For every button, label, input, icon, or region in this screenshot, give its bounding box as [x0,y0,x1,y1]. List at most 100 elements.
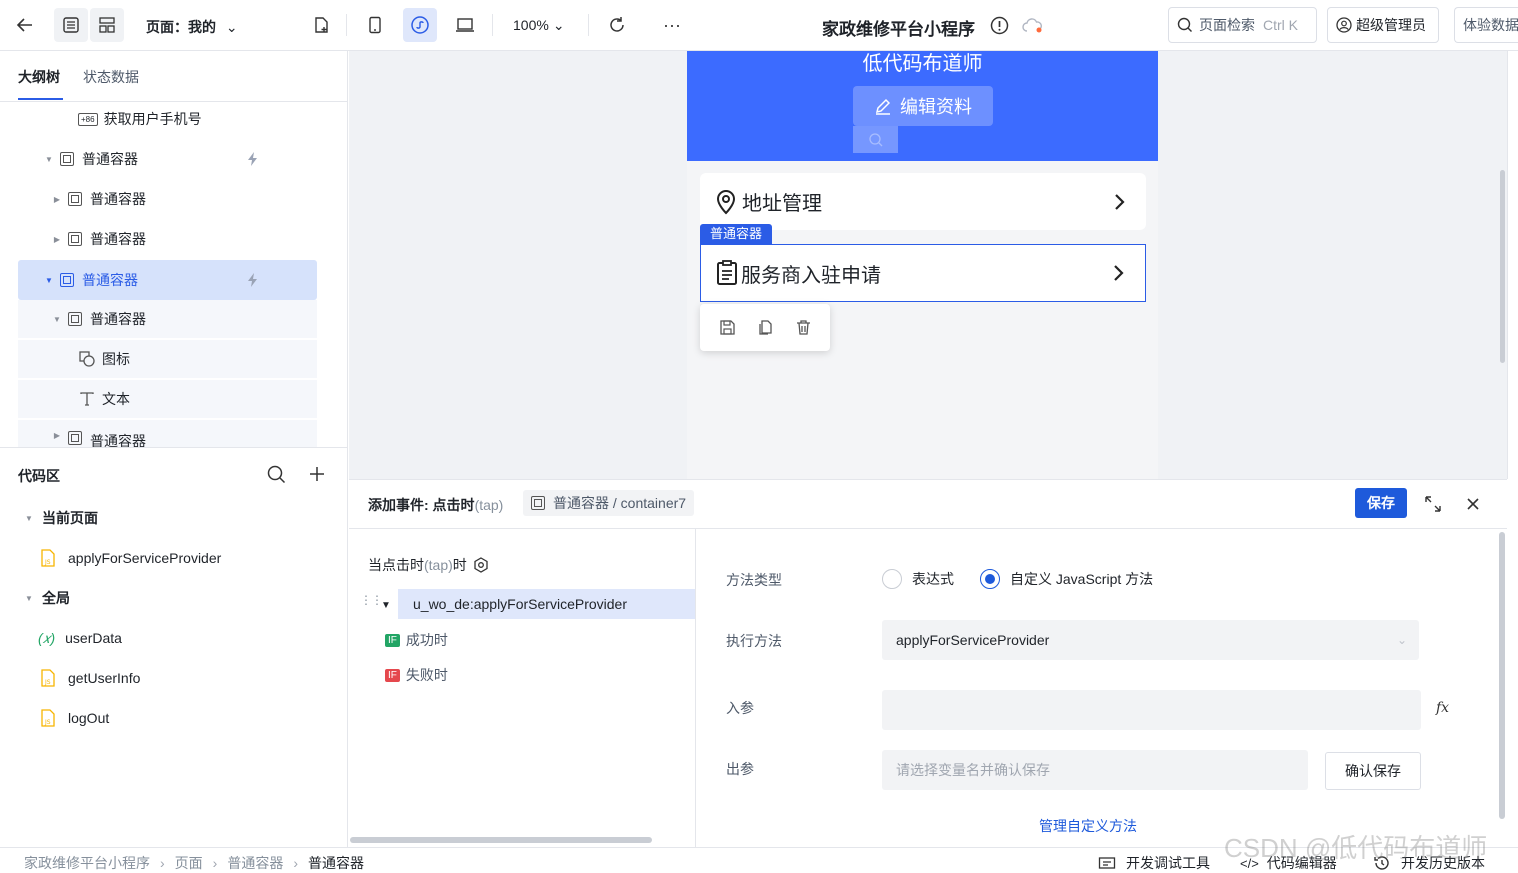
confirm-save-button[interactable]: 确认保存 [1325,752,1421,790]
settings-icon[interactable] [473,557,489,573]
breadcrumb-item[interactable]: 家政维修平台小程序 [24,853,150,873]
on-success-label: 成功时 [405,632,448,648]
info-icon[interactable] [990,16,1009,35]
radio-custom-js[interactable]: 自定义 JavaScript 方法 [980,569,1153,589]
menu-card-address[interactable]: 地址管理 [700,173,1146,230]
code-icon: </> [1240,855,1259,871]
radio-expression[interactable]: 表达式 [882,569,954,589]
tree-node-text[interactable]: 文本 [18,380,317,418]
back-arrow-icon[interactable] [8,8,42,42]
layout-icon[interactable] [90,8,124,42]
container-icon [68,312,82,326]
breadcrumb-item[interactable]: 普通容器 [227,853,283,873]
radio-unchecked-icon [882,569,902,589]
tree-node-container[interactable]: ▼ 普通容器 [18,300,317,338]
page-selector[interactable]: 页面：我的 ⌄ [146,17,238,37]
global-group[interactable]: ▼ 全局 [0,578,347,618]
page-list-icon[interactable] [54,8,88,42]
caret-right-icon[interactable]: ▶ [52,235,62,244]
app-title: 家政维修平台小程序 [822,20,975,39]
on-fail-branch[interactable]: IF 失败时 [385,665,448,685]
code-item-applyForServiceProvider[interactable]: JS applyForServiceProvider [0,538,347,578]
event-bolt-icon[interactable] [245,272,261,288]
caret-down-icon[interactable]: ▼ [44,155,54,164]
tree-node-label: 获取用户手机号 [103,111,202,127]
code-editor-button[interactable]: </> 代码编辑器 [1240,853,1337,873]
copy-icon[interactable] [757,319,774,336]
phone-number-icon: +86 [78,112,98,126]
page-search-input[interactable]: 页面检索 Ctrl K [1168,7,1317,43]
zoom-select[interactable]: 100% ⌄ [513,17,565,34]
tree-node-container-selected[interactable]: ▼ 普通容器 [18,260,317,300]
expand-icon[interactable] [1424,495,1442,513]
caret-down-icon[interactable]: ▼ [52,315,62,324]
caret-down-icon[interactable]: ▼ [381,600,391,611]
breadcrumb-item-current[interactable]: 普通容器 [308,853,364,873]
delete-icon[interactable] [795,319,812,336]
caret-right-icon[interactable]: ▶ [52,431,62,440]
mobile-view-icon[interactable] [358,8,392,42]
radio-expression-label: 表达式 [912,571,954,587]
menu-card-service-provider[interactable]: 服务商入驻申请 [700,244,1146,302]
tree-node-container[interactable]: ▶ 普通容器 [18,220,317,258]
trigger-label: 当点击时 [368,557,424,573]
output-variable-input[interactable]: 请选择变量名并确认保存 [882,750,1308,790]
on-success-branch[interactable]: IF 成功时 [385,630,448,650]
tab-outline[interactable]: 大纲树 [18,67,60,87]
trial-data-button[interactable]: 体验数据 [1454,7,1518,43]
devtools-button[interactable]: 开发调试工具 [1098,853,1210,873]
chevron-down-icon: ⌄ [552,17,565,33]
action-node-selected[interactable]: u_wo_de:applyForServiceProvider [398,589,695,619]
manage-custom-methods-link[interactable]: 管理自定义方法 [1039,816,1137,836]
exec-method-select[interactable]: applyForServiceProvider ⌄ [882,620,1419,660]
caret-right-icon[interactable]: ▶ [52,195,62,204]
caret-down-icon[interactable]: ▼ [24,514,34,523]
drag-handle-icon[interactable]: ⋮⋮ [360,594,383,606]
if-success-badge: IF [385,633,400,647]
chevron-right-icon: › [293,855,299,871]
admin-button[interactable]: 超级管理员 [1327,7,1439,43]
history-button[interactable]: 开发历史版本 [1373,853,1485,873]
tree-node-phone[interactable]: +86 获取用户手机号 [18,100,317,138]
js-file-icon: JS [40,549,56,567]
close-icon[interactable] [1466,497,1480,511]
caret-down-icon[interactable]: ▼ [24,594,34,603]
refresh-icon[interactable] [600,8,634,42]
tree-scrollbar-thumb[interactable] [350,837,652,843]
cloud-sync-icon[interactable] [1021,17,1045,35]
more-icon[interactable]: ··· [655,8,689,42]
add-icon[interactable] [309,466,325,482]
tree-node-container[interactable]: ▼ 普通容器 [18,140,317,178]
container-icon [68,192,82,206]
input-params-field[interactable] [882,690,1421,730]
formula-fx-icon[interactable]: fx [1436,700,1449,716]
form-scrollbar-thumb[interactable] [1499,532,1505,819]
trigger-row: 当点击时 (tap) 时 [368,555,489,575]
search-icon[interactable] [267,465,286,484]
caret-down-icon[interactable]: ▼ [44,276,54,285]
miniprogram-view-icon[interactable] [403,8,437,42]
tree-node-icon[interactable]: 图标 [18,340,317,378]
breadcrumb-item[interactable]: 页面 [175,853,203,873]
current-page-group[interactable]: ▼ 当前页面 [0,498,347,538]
tab-state-data[interactable]: 状态数据 [83,67,139,87]
desktop-view-icon[interactable] [448,8,482,42]
text-icon [78,390,96,408]
search-icon [1177,17,1193,33]
output-params-label: 出参 [726,761,754,777]
event-bolt-icon[interactable] [245,151,261,167]
on-fail-label: 失败时 [405,667,448,683]
tree-node-container[interactable]: ▶ 普通容器 [18,420,317,447]
save-template-icon[interactable] [719,319,736,336]
search-icon[interactable] [853,126,898,153]
code-item-getUserInfo[interactable]: JS getUserInfo [0,658,347,698]
tree-node-container[interactable]: ▶ 普通容器 [18,180,317,218]
code-item-logOut[interactable]: JS logOut [0,698,347,738]
component-path-chip: 普通容器 / container7 [523,490,695,516]
add-page-icon[interactable] [304,8,338,42]
code-item-userData[interactable]: (𝑥) userData [0,618,347,658]
edit-profile-button[interactable]: 编辑资料 [853,86,993,126]
canvas-scrollbar-thumb[interactable] [1500,170,1505,363]
container-icon [68,232,82,246]
save-button[interactable]: 保存 [1355,488,1407,518]
